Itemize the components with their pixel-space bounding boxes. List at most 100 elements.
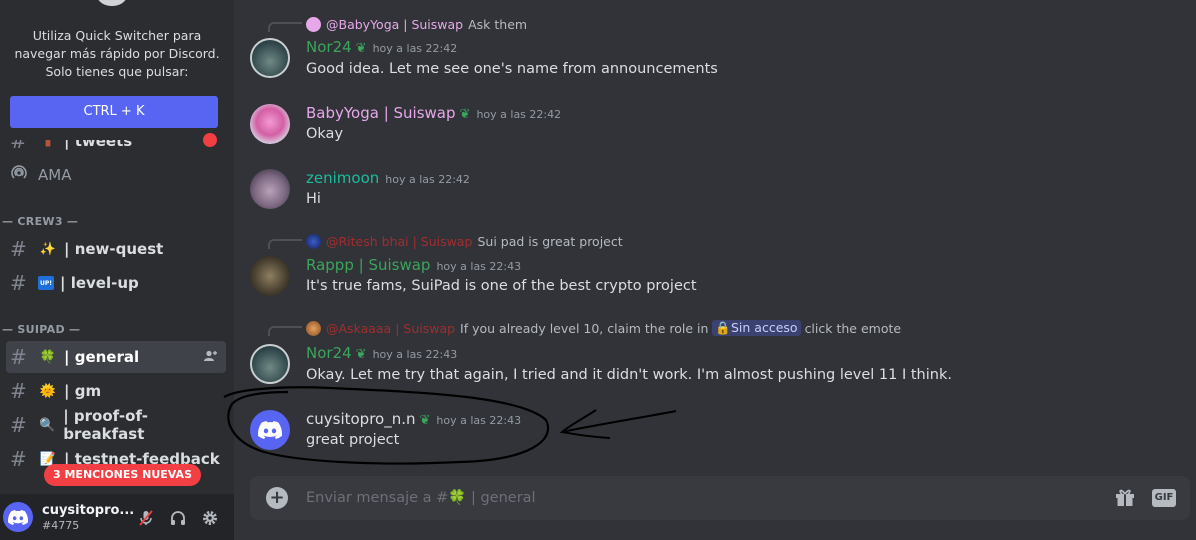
- channel-level-up[interactable]: # UP! | level-up: [6, 267, 226, 299]
- message-timestamp: hoy a las 22:42: [385, 173, 470, 186]
- quick-switcher-line-3: Solo tienes que pulsar:: [45, 64, 189, 79]
- avatar[interactable]: [250, 256, 290, 296]
- message-timestamp: hoy a las 22:42: [372, 42, 458, 55]
- reply-text-after: click the emote: [804, 320, 902, 336]
- reply-author: @BabyYoga | Suiswap: [326, 16, 464, 32]
- invite-user-icon[interactable]: [204, 350, 218, 365]
- message-author[interactable]: zenimoon hoy a las 22:42: [306, 169, 470, 187]
- reply-preview[interactable]: @BabyYoga | Suiswap Ask them: [306, 16, 527, 32]
- username: cuysitopro...: [42, 503, 135, 518]
- message-text: Okay: [306, 126, 344, 142]
- message-timestamp: hoy a las 22:43: [436, 260, 522, 273]
- channel-ama[interactable]: AMA: [6, 160, 71, 190]
- lock-icon: 🔒: [715, 320, 731, 335]
- channel-new-quest[interactable]: # ✨ | new-quest: [6, 233, 226, 265]
- sun-icon: 🌞: [39, 383, 57, 399]
- discord-logo-icon: [258, 421, 282, 439]
- message-timestamp: hoy a las 22:42: [476, 108, 562, 121]
- headphones-icon[interactable]: [166, 506, 190, 530]
- hash-icon: #: [10, 379, 27, 403]
- hash-icon: #: [10, 413, 27, 437]
- clover-icon: 🍀: [39, 349, 57, 365]
- channel-name: | level-up: [60, 274, 139, 292]
- avatar[interactable]: [250, 344, 290, 384]
- locked-channel-mention[interactable]: 🔒Sin acceso: [712, 320, 801, 336]
- channel-general[interactable]: # 🍀 | general: [6, 341, 226, 373]
- message-composer[interactable]: + Enviar mensaje a #🍀 | general GIF: [250, 476, 1190, 520]
- message-timestamp: hoy a las 22:43: [436, 414, 522, 427]
- role-leaf-icon: ❦: [355, 347, 367, 362]
- reply-author: @Ritesh bhai | Suiswap: [326, 233, 473, 249]
- user-panel: cuysitopro... #4775: [0, 494, 234, 540]
- role-leaf-icon: ❦: [419, 413, 431, 428]
- quick-switcher-illustration-icon: [95, 0, 129, 6]
- role-leaf-icon: ❦: [459, 107, 471, 122]
- reply-avatar: [306, 320, 321, 336]
- message-text: Hi: [306, 191, 321, 207]
- author-name: Nor24: [306, 344, 352, 362]
- message-author[interactable]: Nor24 ❦ hoy a las 22:42: [306, 38, 457, 56]
- avatar[interactable]: [250, 38, 290, 78]
- message-author[interactable]: BabyYoga | Suiswap ❦ hoy a las 22:42: [306, 104, 561, 122]
- avatar[interactable]: [250, 169, 290, 209]
- discord-logo-icon: [8, 509, 28, 525]
- quick-switcher-text: Utiliza Quick Switcher para navegar más …: [0, 27, 234, 81]
- channel-gm[interactable]: # 🌞 | gm: [6, 375, 226, 407]
- discord-app: Utiliza Quick Switcher para navegar más …: [0, 0, 1196, 540]
- quick-switcher-tip: Utiliza Quick Switcher para navegar más …: [0, 0, 234, 140]
- gif-button[interactable]: GIF: [1152, 489, 1176, 507]
- message-text: Okay. Let me try that again, I tried and…: [306, 367, 952, 383]
- channel-name: | proof-of-breakfast: [63, 407, 148, 443]
- avatar[interactable]: [250, 410, 290, 450]
- new-mentions-pill[interactable]: 3 MENCIONES NUEVAS: [44, 464, 201, 486]
- author-name: cuysitopro_n.n: [306, 410, 416, 428]
- user-discriminator: #4775: [42, 519, 80, 532]
- reply-text: Ask them: [468, 16, 528, 32]
- reply-avatar: [306, 233, 321, 249]
- hash-icon: #: [10, 345, 27, 369]
- sparkles-icon: ✨: [39, 241, 57, 257]
- author-name: Rappp | Suiswap: [306, 256, 431, 274]
- mute-mic-icon[interactable]: [134, 506, 158, 530]
- reply-connector: [268, 22, 302, 32]
- settings-gear-icon[interactable]: [198, 506, 222, 530]
- channel-sidebar: Utiliza Quick Switcher para navegar más …: [0, 0, 234, 540]
- avatar[interactable]: [3, 502, 33, 532]
- message-author[interactable]: cuysitopro_n.n ❦ hoy a las 22:43: [306, 410, 521, 428]
- message-input[interactable]: Enviar mensaje a #🍀 | general: [306, 489, 536, 506]
- channel-name: AMA: [38, 166, 72, 184]
- reply-connector: [268, 326, 302, 336]
- placeholder-prefix: Enviar mensaje a #: [306, 490, 449, 506]
- channel-name: | general: [64, 348, 140, 366]
- up-icon: UP!: [38, 276, 54, 290]
- channel-name: | new-quest: [64, 240, 164, 258]
- channel-proof-of-breakfast[interactable]: # 🔍 | proof-of-breakfast: [6, 407, 226, 443]
- reply-preview[interactable]: @Ritesh bhai | Suiswap Sui pad is great …: [306, 233, 623, 249]
- category-crew3[interactable]: — CREW3 —: [2, 215, 78, 228]
- author-name: BabyYoga | Suiswap: [306, 104, 456, 122]
- quick-switcher-line-2: navegar más rápido por Discord.: [14, 46, 220, 61]
- message-author[interactable]: Rappp | Suiswap hoy a las 22:43: [306, 256, 521, 274]
- message-text: It's true fams, SuiPad is one of the bes…: [306, 278, 697, 294]
- add-attachment-button[interactable]: +: [266, 487, 288, 509]
- clover-icon: 🍀: [448, 490, 467, 506]
- hash-icon: #: [10, 271, 27, 295]
- category-suipad[interactable]: — SUIPAD —: [2, 323, 80, 336]
- placeholder-suffix: | general: [466, 490, 536, 506]
- mention-badge: [203, 133, 217, 147]
- channel-name: | gm: [64, 382, 102, 400]
- avatar[interactable]: [250, 104, 290, 144]
- reply-author: @Askaaaa | Suiswap: [326, 320, 456, 336]
- message-author[interactable]: Nor24 ❦ hoy a las 22:43: [306, 344, 457, 362]
- hash-icon: #: [10, 237, 27, 261]
- stage-icon: [10, 164, 32, 186]
- role-leaf-icon: ❦: [355, 41, 367, 56]
- quick-switcher-button[interactable]: CTRL + K: [10, 96, 218, 128]
- reply-preview[interactable]: @Askaaaa | Suiswap If you already level …: [306, 320, 901, 336]
- reply-text: Sui pad is great project: [477, 233, 623, 249]
- reply-avatar: [306, 16, 321, 32]
- author-name: zenimoon: [306, 169, 380, 187]
- gift-icon[interactable]: [1114, 487, 1138, 509]
- chat-area: @BabyYoga | Suiswap Ask them Nor24 ❦ hoy a…: [234, 0, 1196, 540]
- hash-icon: #: [10, 447, 27, 471]
